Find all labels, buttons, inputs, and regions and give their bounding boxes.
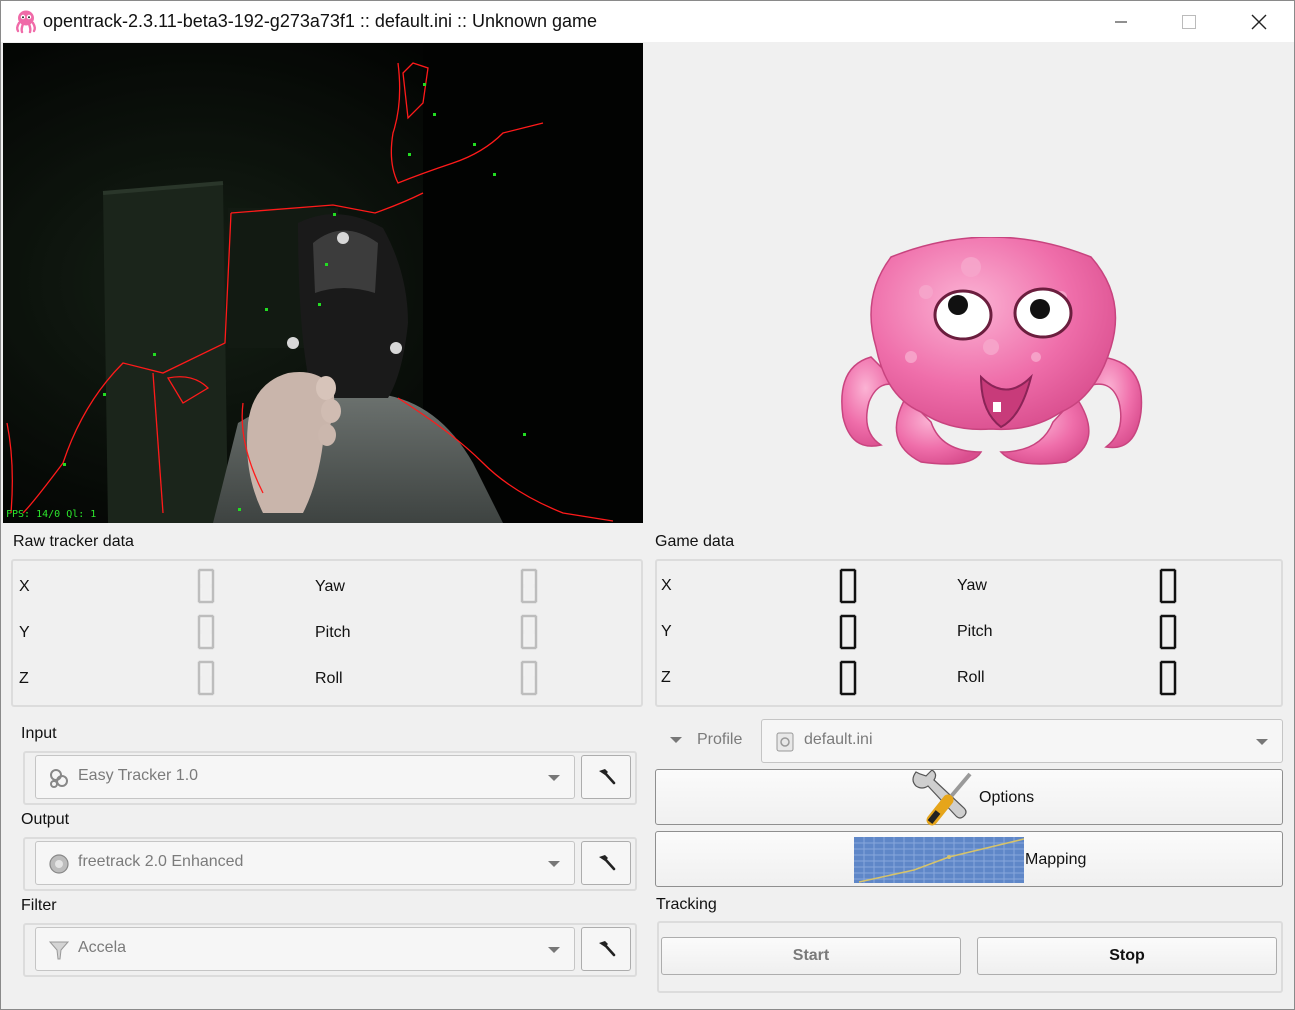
tracking-title: Tracking xyxy=(656,896,717,913)
chevron-down-icon xyxy=(548,861,560,867)
hammer-icon xyxy=(599,855,616,871)
game-data-panel: X Y Z Yaw Pitch Roll xyxy=(655,559,1283,707)
tracker-icon xyxy=(50,769,68,788)
window-title: opentrack-2.3.11-beta3-192-g273a73f1 :: … xyxy=(43,11,598,31)
game-y-label: Y xyxy=(661,623,672,640)
raw-x-lcd xyxy=(197,568,215,604)
raw-z-label: Z xyxy=(19,670,29,687)
game-pitch-label: Pitch xyxy=(957,623,993,640)
profile-label: Profile xyxy=(697,731,743,748)
wrench-screwdriver-icon xyxy=(912,770,972,826)
chevron-down-icon xyxy=(548,947,560,953)
minimize-icon xyxy=(1115,21,1127,22)
main-window: opentrack-2.3.11-beta3-192-g273a73f1 :: … xyxy=(0,0,1295,1010)
profile-select[interactable]: default.ini xyxy=(761,719,1283,763)
close-button[interactable] xyxy=(1224,1,1294,42)
stop-button[interactable]: Stop xyxy=(977,937,1277,975)
raw-z-lcd xyxy=(197,660,215,696)
raw-roll-lcd xyxy=(520,660,538,696)
filter-label: Filter xyxy=(21,897,57,914)
game-y-lcd xyxy=(839,614,857,650)
hammer-icon xyxy=(599,941,616,957)
game-pitch-lcd xyxy=(1159,614,1177,650)
output-protocol-select[interactable]: freetrack 2.0 Enhanced xyxy=(35,841,575,885)
octopus-mascot-image xyxy=(841,237,1143,465)
raw-pitch-lcd xyxy=(520,614,538,650)
start-button[interactable]: Start xyxy=(661,937,961,975)
camera-frame-image xyxy=(3,43,643,523)
game-yaw-label: Yaw xyxy=(957,577,987,594)
octopus-icon xyxy=(16,10,36,34)
document-icon xyxy=(776,732,794,752)
input-settings-button[interactable] xyxy=(581,755,631,799)
game-roll-label: Roll xyxy=(957,669,985,686)
game-data-title: Game data xyxy=(655,533,735,550)
game-x-label: X xyxy=(661,577,672,594)
raw-y-lcd xyxy=(197,614,215,650)
maximize-icon xyxy=(1182,14,1196,29)
curve-graph-icon xyxy=(854,837,1024,883)
game-z-lcd xyxy=(839,660,857,696)
raw-x-label: X xyxy=(19,578,30,595)
output-settings-button[interactable] xyxy=(581,841,631,885)
fps-overlay: FPS: 14/0 Ql: 1 xyxy=(6,509,97,520)
maximize-button[interactable] xyxy=(1154,1,1224,42)
chevron-down-icon xyxy=(1256,739,1268,745)
filter-funnel-icon xyxy=(48,941,70,960)
profile-value: default.ini xyxy=(804,731,873,748)
minimize-button[interactable] xyxy=(1086,1,1156,42)
game-z-label: Z xyxy=(661,669,671,686)
camera-preview: FPS: 14/0 Ql: 1 xyxy=(3,43,643,523)
raw-y-label: Y xyxy=(19,624,30,641)
profile-menu-button[interactable]: Profile xyxy=(665,731,755,753)
output-protocol-value: freetrack 2.0 Enhanced xyxy=(78,853,244,870)
freetrack-icon xyxy=(49,854,69,874)
raw-yaw-lcd xyxy=(520,568,538,604)
raw-tracker-title: Raw tracker data xyxy=(13,533,134,550)
filter-settings-button[interactable] xyxy=(581,927,631,971)
raw-roll-label: Roll xyxy=(315,670,343,687)
input-tracker-value: Easy Tracker 1.0 xyxy=(78,767,199,784)
output-label: Output xyxy=(21,811,70,828)
game-x-lcd xyxy=(839,568,857,604)
input-tracker-select[interactable]: Easy Tracker 1.0 xyxy=(35,755,575,799)
game-roll-lcd xyxy=(1159,660,1177,696)
game-yaw-lcd xyxy=(1159,568,1177,604)
input-label: Input xyxy=(21,725,57,742)
raw-pitch-label: Pitch xyxy=(315,624,351,641)
filter-select[interactable]: Accela xyxy=(35,927,575,971)
close-icon xyxy=(1251,14,1267,29)
title-bar: opentrack-2.3.11-beta3-192-g273a73f1 :: … xyxy=(1,1,1294,42)
options-button[interactable]: Options xyxy=(655,769,1283,826)
raw-tracker-panel: X Y Z Yaw Pitch Roll xyxy=(11,559,643,707)
mapping-label: Mapping xyxy=(1025,851,1087,868)
mapping-button[interactable]: Mapping xyxy=(655,831,1283,887)
chevron-down-icon xyxy=(670,737,682,743)
hammer-icon xyxy=(599,769,616,785)
options-label: Options xyxy=(979,789,1035,806)
chevron-down-icon xyxy=(548,775,560,781)
filter-value: Accela xyxy=(78,939,127,956)
raw-yaw-label: Yaw xyxy=(315,578,345,595)
